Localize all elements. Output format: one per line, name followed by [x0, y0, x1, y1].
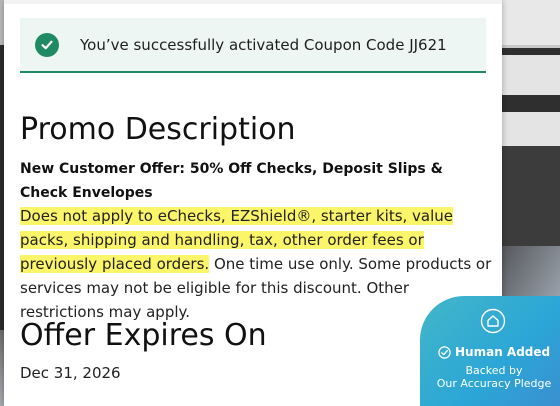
- check-circle-icon: [438, 345, 451, 359]
- offer-expires-heading: Offer Expires On: [20, 318, 267, 353]
- promo-description-heading: Promo Description: [20, 112, 296, 147]
- offer-title: New Customer Offer: 50% Off Checks, Depo…: [20, 161, 443, 201]
- badge-title: Human Added: [438, 345, 550, 359]
- accuracy-pledge-badge[interactable]: Human Added Backed by Our Accuracy Pledg…: [420, 296, 560, 406]
- expiry-date: Dec 31, 2026: [20, 364, 121, 382]
- modal-top-edge: [4, 0, 502, 4]
- home-shield-icon: [480, 308, 506, 334]
- success-message: You’ve successfully activated Coupon Cod…: [80, 35, 447, 54]
- badge-title-text: Human Added: [455, 345, 551, 359]
- success-alert: You’ve successfully activated Coupon Cod…: [20, 18, 486, 73]
- check-circle-icon: [35, 32, 59, 57]
- promo-terms: Does not apply to eChecks, EZShield®, st…: [20, 204, 492, 324]
- badge-line-2: Our Accuracy Pledge: [436, 377, 552, 390]
- badge-line-1: Backed by: [465, 364, 523, 377]
